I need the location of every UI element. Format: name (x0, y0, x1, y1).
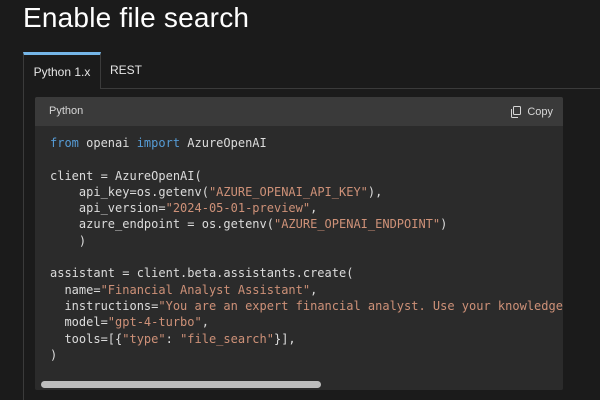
code-text: ) (440, 217, 448, 232)
code-string: "file_search" (180, 331, 274, 346)
code-text: azure_endpoint = os.getenv( (50, 217, 274, 232)
code-text: , (201, 315, 209, 330)
code-line: assistant = client.beta.assistants.creat… (50, 265, 563, 281)
code-language-label: Python (49, 105, 84, 117)
code-text: model= (50, 315, 108, 330)
page-title: Enable file search (23, 2, 250, 33)
code-line: ) (50, 347, 563, 363)
language-tabs: Python 1.x REST (23, 52, 600, 89)
code-text: openai (78, 136, 137, 150)
code-string: "You are an expert financial analyst. Us… (158, 298, 563, 313)
code-header: Python Copy (35, 97, 563, 126)
code-line: instructions="You are an expert financia… (50, 298, 563, 314)
code-string: "AZURE_OPENAI_ENDPOINT" (273, 217, 441, 232)
code-text: tools=[{ (50, 331, 123, 346)
code-string: "Financial Analyst Assistant" (100, 282, 311, 297)
code-keyword: from (50, 136, 79, 150)
code-text: ) (50, 233, 87, 248)
code-line: api_version="2024-05-01-preview", (50, 200, 563, 216)
code-text: api_version= (50, 201, 166, 216)
code-text: api_key=os.getenv( (50, 184, 209, 199)
code-text: ) (50, 347, 58, 362)
copy-label: Copy (527, 105, 553, 118)
code-string: "type" (122, 331, 166, 346)
copy-icon (510, 105, 522, 118)
tab-rest[interactable]: REST (101, 52, 151, 88)
horizontal-scrollbar[interactable] (35, 378, 563, 390)
code-text: ), (367, 184, 383, 199)
code-line: name="Financial Analyst Assistant", (50, 282, 563, 298)
code-line: ) (50, 233, 563, 249)
code-text: : (165, 331, 181, 346)
code-text: client = AzureOpenAI( (50, 168, 202, 183)
code-content[interactable]: from openai import AzureOpenAI client = … (50, 135, 563, 363)
code-string: "gpt-4-turbo" (107, 315, 202, 330)
code-line: azure_endpoint = os.getenv("AZURE_OPENAI… (50, 216, 563, 232)
code-text: , (310, 201, 318, 216)
copy-button[interactable]: Copy (510, 103, 553, 120)
code-text: name= (50, 282, 101, 297)
code-text: assistant = client.beta.assistants.creat… (50, 266, 354, 281)
page: Enable file search Python 1.x REST Pytho… (0, 0, 600, 400)
code-text: }], (273, 331, 296, 346)
tab-python[interactable]: Python 1.x (23, 52, 101, 89)
code-keyword: import (136, 136, 181, 150)
code-text: AzureOpenAI (180, 136, 267, 150)
code-line: from openai import AzureOpenAI (50, 135, 563, 151)
code-string: "2024-05-01-preview" (165, 201, 311, 216)
code-line: model="gpt-4-turbo", (50, 314, 563, 330)
code-block: Python Copy from openai import AzureOpen… (35, 97, 563, 390)
code-text: , (310, 282, 318, 297)
code-line: api_key=os.getenv("AZURE_OPENAI_API_KEY"… (50, 184, 563, 200)
code-text: instructions= (50, 298, 159, 313)
scrollbar-thumb[interactable] (41, 381, 321, 388)
code-line: client = AzureOpenAI( (50, 168, 563, 184)
code-string: "AZURE_OPENAI_API_KEY" (208, 184, 368, 199)
code-line: tools=[{"type": "file_search"}], (50, 331, 563, 347)
